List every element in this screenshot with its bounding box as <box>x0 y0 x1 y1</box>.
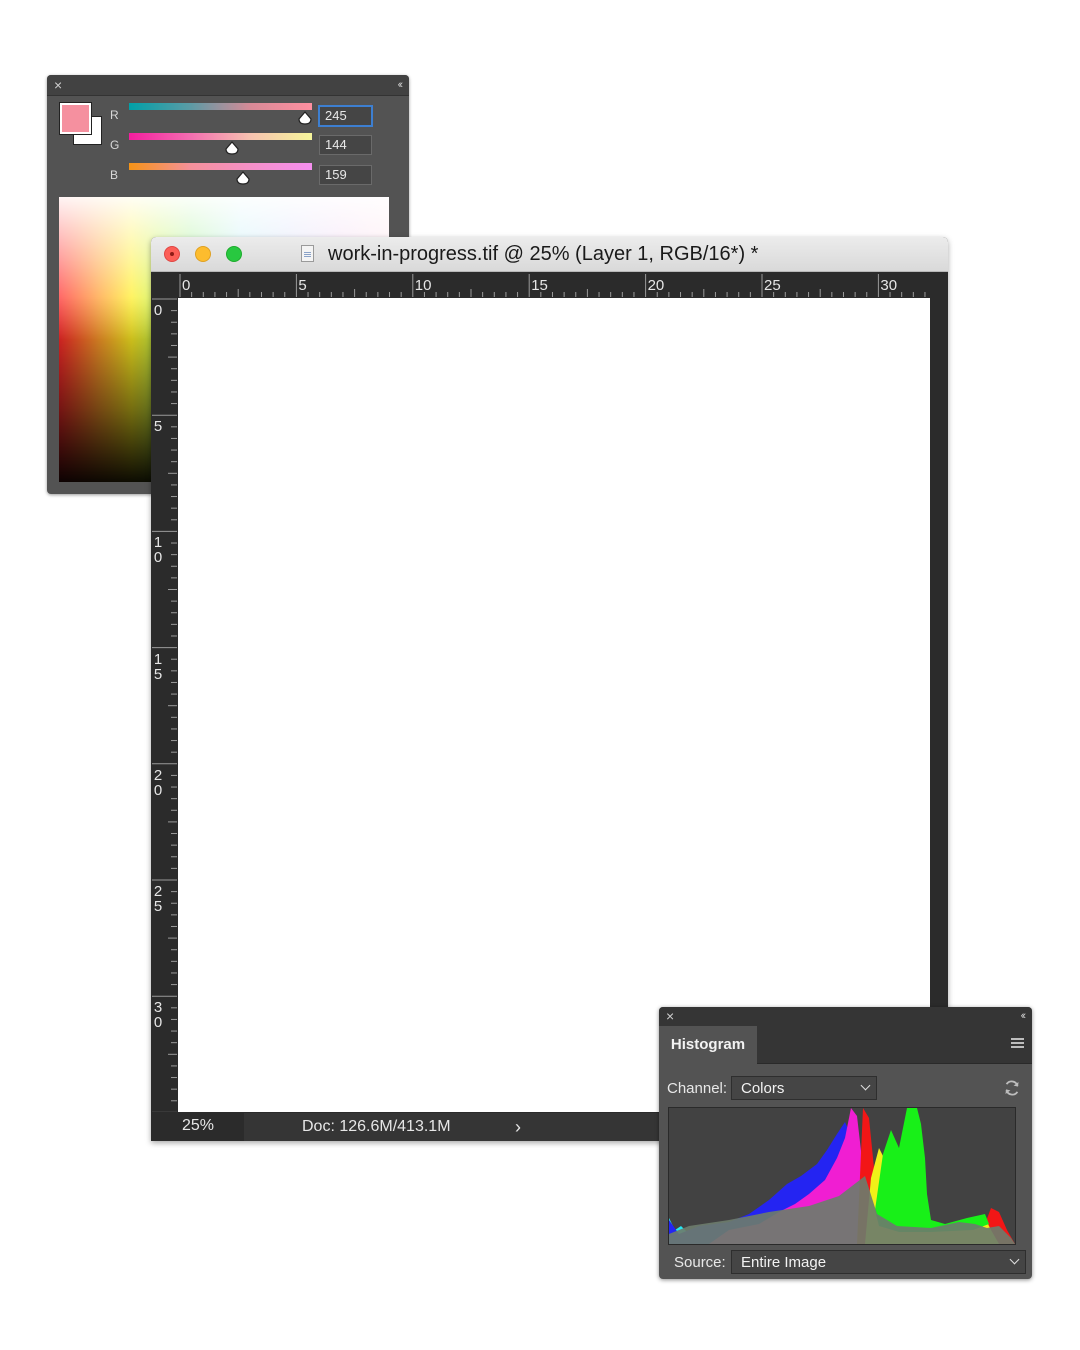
v-ruler-label: 0 <box>153 1014 163 1032</box>
collapse-icon[interactable]: ‹‹ <box>1021 1007 1027 1025</box>
minimize-window-button[interactable] <box>195 246 211 262</box>
blue-value-input[interactable]: 159 <box>319 165 372 185</box>
document-icon <box>301 245 314 262</box>
ruler-origin[interactable] <box>151 272 177 297</box>
red-slider-track[interactable] <box>129 103 312 110</box>
refresh-icon[interactable] <box>1003 1079 1021 1097</box>
v-ruler-label: 5 <box>153 665 163 683</box>
v-ruler-label: 3 <box>153 999 163 1017</box>
v-ruler-label: 1 <box>153 650 163 668</box>
v-ruler-label: 0 <box>153 549 163 567</box>
v-ruler-label: 0 <box>153 781 163 799</box>
histogram-green-channel <box>875 1108 989 1232</box>
histogram-panel: × ‹‹ Histogram Channel: Colors Source: E… <box>659 1007 1032 1279</box>
source-select[interactable]: Entire Image <box>731 1250 1026 1274</box>
green-slider-track[interactable] <box>129 133 312 140</box>
zoom-level-field[interactable]: 25% <box>151 1113 244 1141</box>
h-ruler-label: 30 <box>880 277 898 294</box>
histogram-titlebar: × ‹‹ <box>659 1007 1032 1026</box>
panel-menu-icon[interactable] <box>1011 1038 1024 1048</box>
foreground-color-swatch[interactable] <box>59 102 92 135</box>
chevron-down-icon <box>1009 1254 1020 1265</box>
chevron-down-icon <box>860 1080 871 1091</box>
channel-label: Channel: <box>667 1080 728 1097</box>
red-value-input[interactable]: 245 <box>318 105 373 127</box>
v-ruler-label: 2 <box>153 883 163 900</box>
h-ruler-label: 20 <box>647 277 665 294</box>
channel-label-b: B <box>110 168 119 182</box>
channel-select[interactable]: Colors <box>731 1076 877 1100</box>
v-ruler-label: 0 <box>153 302 163 319</box>
zoom-window-button[interactable] <box>226 246 242 262</box>
close-icon[interactable]: × <box>54 76 62 94</box>
document-title: work-in-progress.tif @ 25% (Layer 1, RGB… <box>328 243 759 265</box>
h-ruler-label: 0 <box>182 277 191 294</box>
histogram-graph <box>668 1107 1016 1245</box>
channel-select-value: Colors <box>741 1080 785 1097</box>
v-ruler-label: 1 <box>153 534 163 552</box>
v-ruler-label: 5 <box>153 898 163 915</box>
channel-label-g: G <box>110 138 120 152</box>
h-ruler-label: 25 <box>764 277 781 294</box>
green-value-input[interactable]: 144 <box>319 135 372 155</box>
document-canvas[interactable] <box>178 298 930 1112</box>
document-size-info: Doc: 126.6M/413.1M <box>302 1118 451 1135</box>
blue-slider-track[interactable] <box>129 163 312 170</box>
v-ruler-label: 2 <box>153 766 163 784</box>
v-ruler-label: 5 <box>153 418 163 436</box>
h-ruler-label: 15 <box>531 277 548 294</box>
channel-label-r: R <box>110 108 119 122</box>
horizontal-ruler[interactable]: 0 5 10 15 20 25 30 <box>177 272 931 297</box>
document-window: work-in-progress.tif @ 25% (Layer 1, RGB… <box>151 237 948 1141</box>
vertical-ruler[interactable]: 051015202530 <box>151 297 177 1112</box>
h-ruler-label: 5 <box>298 277 307 294</box>
close-window-button[interactable] <box>164 246 180 262</box>
status-menu-arrow-icon[interactable]: › <box>515 1113 521 1141</box>
source-select-value: Entire Image <box>741 1254 827 1271</box>
h-ruler-label: 10 <box>414 277 432 294</box>
collapse-icon[interactable]: ‹‹ <box>398 76 404 94</box>
close-icon[interactable]: × <box>666 1007 674 1025</box>
color-panel-titlebar: × ‹‹ <box>47 75 409 96</box>
document-titlebar: work-in-progress.tif @ 25% (Layer 1, RGB… <box>151 237 948 272</box>
tab-histogram[interactable]: Histogram <box>659 1026 757 1064</box>
source-label: Source: <box>674 1254 726 1271</box>
